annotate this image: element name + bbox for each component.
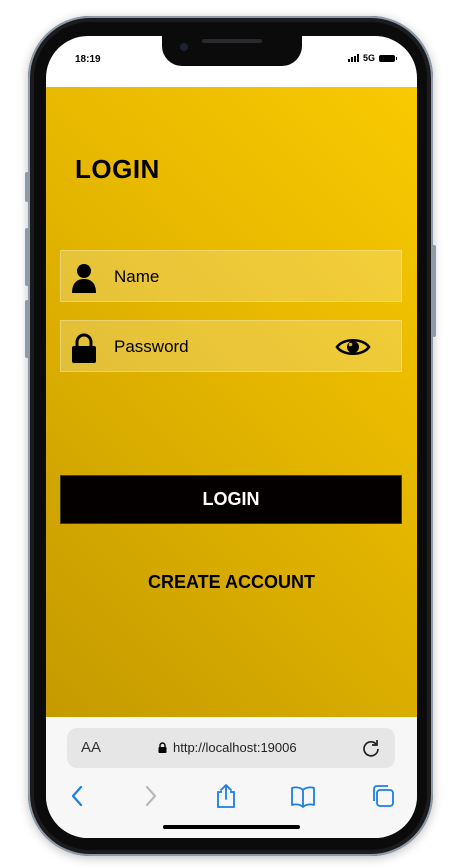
screen: 18:19 5G LOGIN Name Password LOGIN CREAT… xyxy=(46,36,417,838)
speaker xyxy=(202,39,262,43)
camera-icon xyxy=(180,43,188,51)
login-button[interactable]: LOGIN xyxy=(60,475,402,524)
volume-down-button xyxy=(25,300,29,358)
power-button xyxy=(432,245,436,337)
name-placeholder: Name xyxy=(114,267,160,286)
network-label: 5G xyxy=(362,53,375,63)
password-placeholder: Password xyxy=(114,337,189,356)
battery-icon xyxy=(379,54,397,62)
mute-switch xyxy=(25,172,29,202)
forward-icon[interactable] xyxy=(137,783,163,809)
eye-icon[interactable] xyxy=(335,335,371,359)
status-time: 18:19 xyxy=(75,54,101,65)
tabs-icon[interactable] xyxy=(370,783,396,809)
text-size-button[interactable]: AA xyxy=(81,739,101,756)
login-screen: LOGIN Name Password LOGIN CREATE ACCOUNT xyxy=(46,87,417,717)
name-field[interactable]: Name xyxy=(60,250,402,302)
page-title: LOGIN xyxy=(75,154,160,184)
url-display[interactable]: http://localhost:19006 xyxy=(158,740,297,755)
home-indicator xyxy=(163,825,300,829)
back-icon[interactable] xyxy=(65,783,91,809)
lock-icon xyxy=(72,333,96,363)
volume-up-button xyxy=(25,228,29,286)
reload-icon[interactable] xyxy=(361,738,381,758)
password-field[interactable]: Password xyxy=(60,320,402,372)
browser-nav xyxy=(46,781,417,811)
address-bar[interactable]: AA http://localhost:19006 xyxy=(67,728,395,768)
lock-icon xyxy=(158,742,167,753)
create-account-link[interactable]: CREATE ACCOUNT xyxy=(46,572,417,593)
url-text: http://localhost:19006 xyxy=(173,740,297,755)
share-icon[interactable] xyxy=(213,783,239,809)
user-icon xyxy=(72,264,96,293)
notch xyxy=(162,36,302,66)
browser-toolbar: AA http://localhost:19006 xyxy=(46,717,417,838)
status-indicators: 5G xyxy=(347,53,397,63)
signal-icon xyxy=(347,54,359,62)
bookmarks-icon[interactable] xyxy=(290,783,316,809)
